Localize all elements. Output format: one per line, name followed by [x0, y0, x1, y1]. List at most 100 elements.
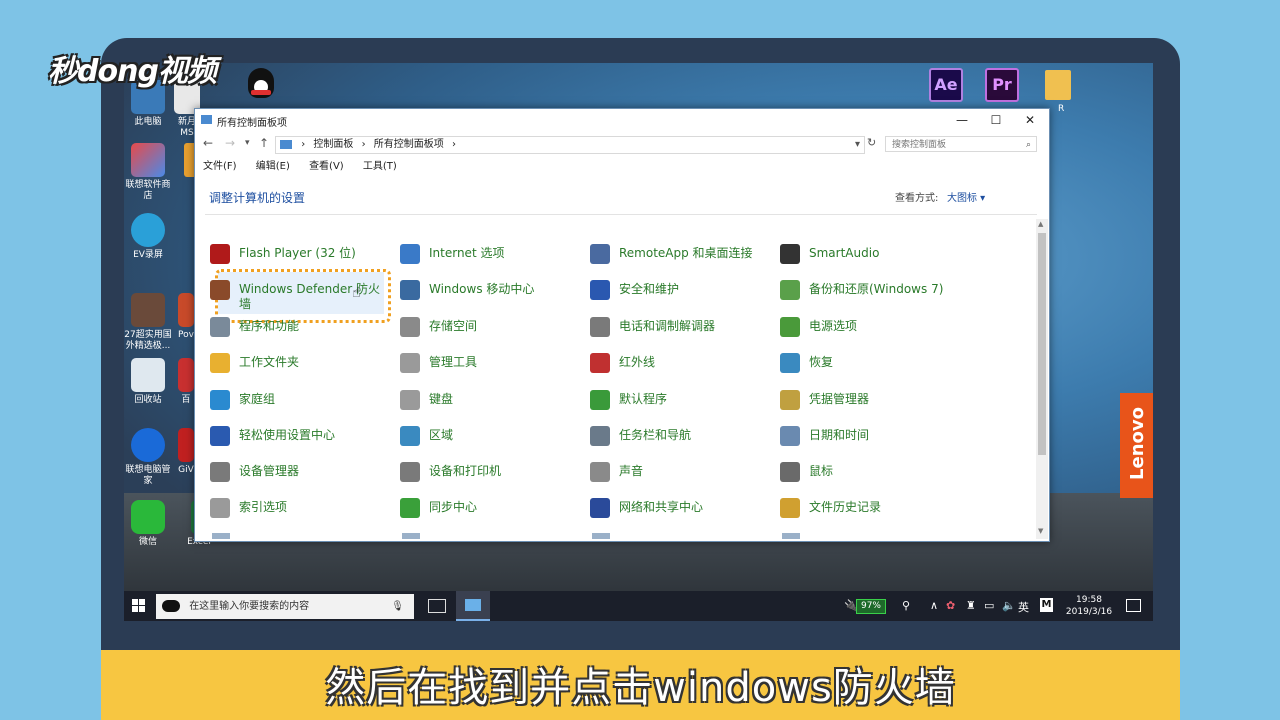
network-icon[interactable]: ▭ — [984, 599, 994, 612]
up-arrow-icon[interactable]: ↑ — [259, 136, 269, 150]
menu-edit[interactable]: 编辑(E) — [256, 161, 290, 172]
control-panel-item[interactable]: 日期和时间 — [780, 424, 960, 452]
desktop-shortcut-recycle-bin[interactable]: 回收站 — [120, 358, 176, 406]
menu-tools[interactable]: 工具(T) — [363, 161, 397, 172]
control-panel-item[interactable]: 凭据管理器 — [780, 388, 960, 416]
control-panel-item-label: 任务栏和导航 — [619, 428, 692, 442]
control-panel-item-icon — [590, 462, 610, 482]
title-bar[interactable]: 所有控制面板项 — ☐ ✕ — [195, 109, 1049, 131]
control-panel-item-label: SmartAudio — [809, 246, 880, 260]
address-dropdown-icon[interactable]: ▾ — [855, 137, 860, 153]
control-panel-item[interactable]: 声音 — [590, 460, 770, 488]
control-panel-item[interactable]: 网络和共享中心 — [590, 496, 770, 524]
control-panel-item[interactable]: 备份和还原(Windows 7) — [780, 278, 960, 306]
task-view-icon[interactable] — [428, 599, 446, 613]
brand-logo: 秒dong视频 — [48, 54, 217, 89]
close-button[interactable]: ✕ — [1013, 111, 1047, 129]
control-panel-item[interactable]: 索引选项 — [210, 496, 380, 524]
control-panel-item[interactable]: 管理工具 — [400, 351, 580, 379]
control-panel-item[interactable]: Internet 选项 — [400, 242, 580, 270]
folder-icon[interactable] — [1045, 70, 1071, 100]
control-panel-item[interactable]: 电话和调制解调器 — [590, 315, 770, 343]
control-panel-item[interactable]: 区域 — [400, 424, 580, 452]
partial-item-icon[interactable] — [592, 533, 610, 539]
view-by-dropdown[interactable]: 大图标 ▾ — [947, 189, 985, 204]
menu-file[interactable]: 文件(F) — [203, 161, 237, 172]
recent-chevron-icon[interactable]: ▾ — [245, 138, 250, 148]
qq-penguin-icon[interactable] — [246, 68, 276, 102]
tray-app-icon[interactable]: ♜ — [966, 599, 976, 612]
breadcrumb-all-items[interactable]: 所有控制面板项 — [374, 139, 444, 150]
control-panel-item[interactable]: 键盘 — [400, 388, 580, 416]
people-icon[interactable]: ⚲ — [902, 599, 910, 612]
desktop-shortcut-video-file[interactable]: 27超实用国 外精选极... — [120, 293, 176, 352]
search-input[interactable]: 搜索控制面板 ⌕ — [885, 136, 1037, 152]
scroll-down-icon[interactable]: ▼ — [1038, 527, 1043, 535]
control-panel-item-label: 轻松使用设置中心 — [239, 428, 336, 442]
control-panel-icon — [280, 139, 292, 149]
forward-arrow-icon[interactable]: → — [225, 136, 235, 150]
control-panel-item[interactable]: 安全和维护 — [590, 278, 770, 306]
control-panel-item[interactable]: 程序和功能 — [210, 315, 380, 343]
address-input[interactable]: › 控制面板 › 所有控制面板项 › ▾ — [275, 136, 865, 154]
control-panel-item[interactable]: 红外线 — [590, 351, 770, 379]
menu-view[interactable]: 查看(V) — [309, 161, 344, 172]
control-panel-item[interactable]: 工作文件夹 — [210, 351, 380, 379]
control-panel-item-label: 家庭组 — [239, 392, 276, 406]
breadcrumb-separator-icon: › — [451, 139, 456, 150]
back-arrow-icon[interactable]: ← — [203, 136, 213, 150]
control-panel-item[interactable]: 恢复 — [780, 351, 960, 379]
ime-mode-icon[interactable]: M — [1040, 598, 1053, 612]
control-panel-item-label: 红外线 — [619, 355, 656, 369]
desktop-shortcut-lenovo-manager[interactable]: 联想电脑管 家 — [120, 428, 176, 487]
partial-item-icon[interactable] — [402, 533, 420, 539]
maximize-button[interactable]: ☐ — [979, 111, 1013, 129]
control-panel-item[interactable]: 文件历史记录 — [780, 496, 960, 524]
desktop-shortcut-lenovo-store[interactable]: 联想软件商 店 — [120, 143, 176, 202]
control-panel-item[interactable]: 电源选项 — [780, 315, 960, 343]
control-panel-item[interactable]: Windows 移动中心 — [400, 278, 580, 306]
control-panel-item-icon — [780, 498, 800, 518]
partial-item-icon[interactable] — [212, 533, 230, 539]
control-panel-item[interactable]: SmartAudio — [780, 242, 960, 270]
desktop-shortcut-wechat[interactable]: 微信 — [120, 500, 176, 548]
control-panel-item[interactable]: 存储空间 — [400, 315, 580, 343]
breadcrumb-control-panel[interactable]: 控制面板 — [313, 139, 353, 150]
control-panel-item[interactable]: 设备管理器 — [210, 460, 380, 488]
partial-item-icon[interactable] — [782, 533, 800, 539]
premiere-icon[interactable]: Pr — [985, 68, 1019, 102]
refresh-icon[interactable]: ↻ — [867, 136, 876, 149]
volume-icon[interactable]: 🔈 — [1002, 599, 1016, 612]
control-panel-item-label: 设备管理器 — [239, 464, 300, 478]
control-panel-item[interactable]: 任务栏和导航 — [590, 424, 770, 452]
control-panel-item[interactable]: 轻松使用设置中心 — [210, 424, 380, 452]
clock-time: 19:58 — [1076, 595, 1102, 605]
vertical-scrollbar[interactable]: ▲ ▼ — [1036, 219, 1048, 539]
control-panel-item[interactable]: 设备和打印机 — [400, 460, 580, 488]
taskbar-control-panel-button[interactable] — [456, 591, 490, 621]
desktop-shortcut-ev-recorder[interactable]: EV录屏 — [120, 213, 176, 261]
control-panel-item-icon — [210, 353, 230, 373]
minimize-button[interactable]: — — [945, 111, 979, 129]
control-panel-item-icon — [590, 244, 610, 264]
control-panel-item[interactable]: 鼠标 — [780, 460, 960, 488]
control-panel-item[interactable]: 默认程序 — [590, 388, 770, 416]
taskbar-search-input[interactable]: 在这里输入你要搜索的内容 🎙 — [156, 594, 414, 619]
control-panel-item[interactable]: Flash Player (32 位) — [210, 242, 380, 270]
tray-flower-icon[interactable]: ✿ — [946, 599, 955, 612]
wechat-icon — [131, 500, 165, 534]
clock-date: 2019/3/16 — [1065, 607, 1113, 617]
control-panel-item[interactable]: RemoteApp 和桌面连接 — [590, 242, 770, 270]
scroll-up-icon[interactable]: ▲ — [1038, 220, 1043, 228]
control-panel-item[interactable]: 家庭组 — [210, 388, 380, 416]
notification-icon[interactable] — [1126, 599, 1141, 612]
control-panel-item[interactable]: 同步中心 — [400, 496, 580, 524]
clock[interactable]: 19:58 2019/3/16 — [1064, 594, 1114, 618]
after-effects-icon[interactable]: Ae — [929, 68, 963, 102]
microphone-icon[interactable]: 🎙 — [391, 594, 404, 619]
windows-start-icon[interactable] — [132, 599, 146, 613]
scrollbar-thumb[interactable] — [1038, 233, 1046, 455]
show-hidden-icons-chevron-icon[interactable]: ∧ — [930, 599, 938, 612]
battery-indicator[interactable]: 97% — [856, 599, 886, 614]
ime-language[interactable]: 英 — [1018, 599, 1029, 615]
